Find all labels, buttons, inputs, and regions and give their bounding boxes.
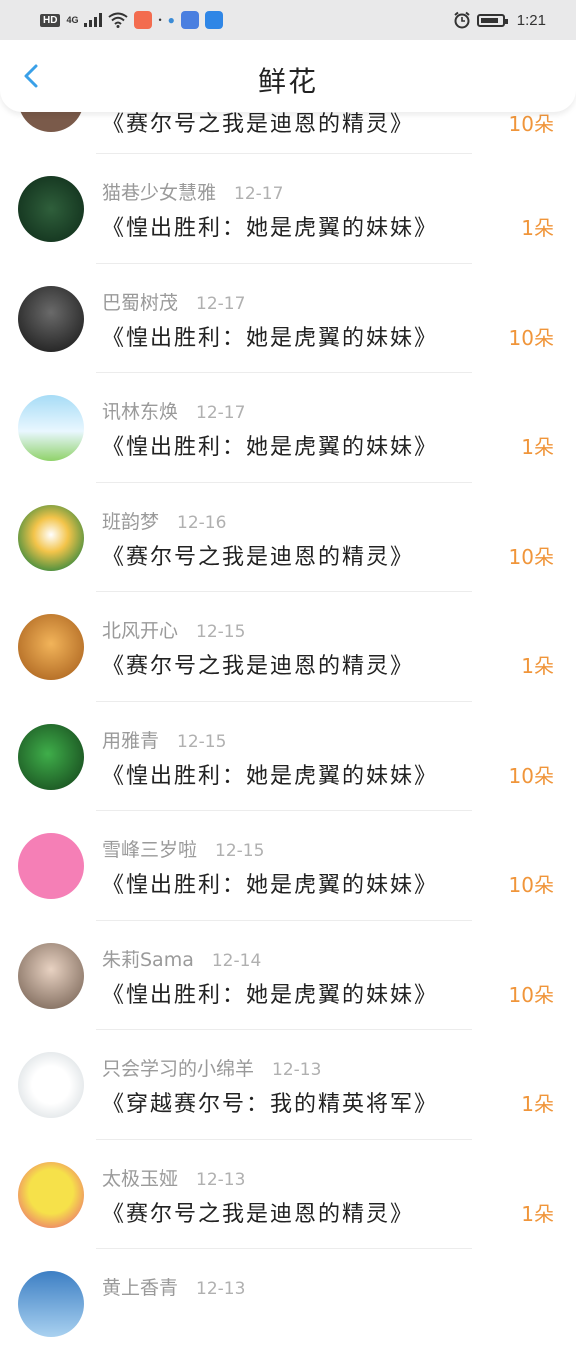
flower-count: 10朵: [508, 112, 554, 136]
book-title: 《惶出胜利：她是虎翼的妹妹》: [102, 435, 439, 460]
user-name[interactable]: 巴蜀树茂: [102, 292, 178, 314]
avatar[interactable]: [18, 1052, 84, 1118]
gift-date: 12-17: [196, 403, 246, 423]
user-name[interactable]: 太极玉娅: [102, 1168, 178, 1190]
flower-count: 1朵: [521, 435, 554, 459]
flower-count: 10朵: [508, 873, 554, 897]
flower-count: 10朵: [508, 763, 554, 788]
flower-count: 1朵: [521, 1092, 554, 1116]
avatar[interactable]: [18, 504, 84, 571]
list-item[interactable]: 用雅青 12-15 《惶出胜利：她是虎翼的妹妹》 10朵: [0, 702, 576, 811]
book-title: 《惶出胜利：她是虎翼的妹妹》: [102, 982, 439, 1008]
list-item[interactable]: 巴蜀树茂 12-17 《惶出胜利：她是虎翼的妹妹》 10朵: [0, 264, 576, 373]
flower-gift-list[interactable]: 《赛尔号之我是迪恩的精灵》 10朵 猫巷少女慧雅 12-17 《惶出胜利：她是虎翼…: [0, 66, 576, 1359]
list-item[interactable]: 黄上香青 12-13: [0, 1249, 576, 1359]
avatar[interactable]: [18, 285, 84, 352]
gift-date: 12-14: [211, 950, 262, 971]
shopping-app-icon: [134, 11, 153, 29]
avatar[interactable]: [18, 1161, 84, 1228]
gift-date: 12-13: [272, 1060, 322, 1080]
avatar[interactable]: [18, 176, 84, 242]
wifi-icon: [108, 12, 129, 28]
flower-count: 1朵: [521, 216, 554, 240]
gift-date: 12-17: [234, 184, 284, 204]
gift-date: 12-16: [177, 512, 227, 533]
user-name[interactable]: 黄上香青: [102, 1277, 178, 1299]
notification-dot-icon: •: [158, 15, 162, 25]
app-header: 鲜花: [0, 40, 576, 112]
book-title: 《惶出胜利：她是虎翼的妹妹》: [102, 873, 439, 898]
list-item[interactable]: 朱莉Sama 12-14 《惶出胜利：她是虎翼的妹妹》 10朵: [0, 921, 576, 1030]
user-name[interactable]: 用雅青: [102, 730, 159, 752]
list-item[interactable]: 北风开心 12-15 《赛尔号之我是迪恩的精灵》 1朵: [0, 592, 576, 702]
flower-count: 10朵: [508, 982, 554, 1007]
book-title: 《赛尔号之我是迪恩的精灵》: [102, 544, 415, 570]
gift-date: 12-17: [196, 293, 246, 314]
book-title: 《惶出胜利：她是虎翼的妹妹》: [102, 216, 439, 241]
user-name[interactable]: 雪峰三岁啦: [102, 839, 197, 861]
flower-count: 10朵: [508, 544, 554, 569]
avatar[interactable]: [18, 942, 84, 1009]
flower-count: 1朵: [521, 654, 554, 678]
alarm-icon: [454, 11, 470, 29]
book-title: 《穿越赛尔号：我的精英将军》: [102, 1092, 439, 1117]
list-item[interactable]: 猫巷少女慧雅 12-17 《惶出胜利：她是虎翼的妹妹》 1朵: [0, 154, 576, 264]
gift-date: 12-13: [196, 1169, 246, 1190]
book-title: 《赛尔号之我是迪恩的精灵》: [102, 654, 415, 679]
avatar[interactable]: [18, 1271, 84, 1337]
avatar[interactable]: [18, 833, 84, 899]
user-name[interactable]: 班韵梦: [102, 511, 159, 533]
bulb-app-icon: [204, 11, 223, 29]
user-name[interactable]: 猫巷少女慧雅: [102, 182, 216, 204]
user-name[interactable]: 只会学习的小绵羊: [102, 1058, 254, 1080]
book-title: 《惶出胜利：她是虎翼的妹妹》: [102, 763, 439, 789]
page-title: 鲜花: [257, 65, 318, 98]
user-name[interactable]: 朱莉Sama: [102, 949, 194, 971]
list-item[interactable]: 班韵梦 12-16 《赛尔号之我是迪恩的精灵》 10朵: [0, 483, 576, 592]
status-bar: HD 4G • ● 1:21: [0, 0, 576, 40]
book-title: 《赛尔号之我是迪恩的精灵》: [102, 1201, 415, 1227]
flower-count: 1朵: [521, 1201, 554, 1226]
clock: 1:21: [516, 11, 546, 29]
user-name[interactable]: 北风开心: [102, 620, 178, 642]
hd-icon: HD: [40, 13, 61, 27]
list-item[interactable]: 雪峰三岁啦 12-15 《惶出胜利：她是虎翼的妹妹》 10朵: [0, 811, 576, 921]
app-notification-icon: ●: [167, 13, 175, 27]
avatar[interactable]: [18, 723, 84, 790]
list-item[interactable]: 太极玉娅 12-13 《赛尔号之我是迪恩的精灵》 1朵: [0, 1140, 576, 1249]
network-type: 4G: [66, 15, 79, 25]
gift-date: 12-15: [177, 731, 227, 752]
flower-count: 10朵: [508, 325, 554, 350]
signal-icon: [84, 13, 103, 27]
gift-date: 12-13: [196, 1279, 246, 1299]
avatar[interactable]: [18, 395, 84, 461]
list-item[interactable]: 只会学习的小绵羊 12-13 《穿越赛尔号：我的精英将军》 1朵: [0, 1030, 576, 1140]
book-title: 《惶出胜利：她是虎翼的妹妹》: [102, 325, 439, 351]
gift-date: 12-15: [196, 622, 246, 642]
battery-icon: [476, 13, 508, 27]
gift-date: 12-15: [215, 841, 265, 861]
avatar[interactable]: [18, 614, 84, 680]
education-app-icon: [180, 11, 199, 29]
list-item[interactable]: 讯林东焕 12-17 《惶出胜利：她是虎翼的妹妹》 1朵: [0, 373, 576, 483]
user-name[interactable]: 讯林东焕: [102, 401, 178, 423]
